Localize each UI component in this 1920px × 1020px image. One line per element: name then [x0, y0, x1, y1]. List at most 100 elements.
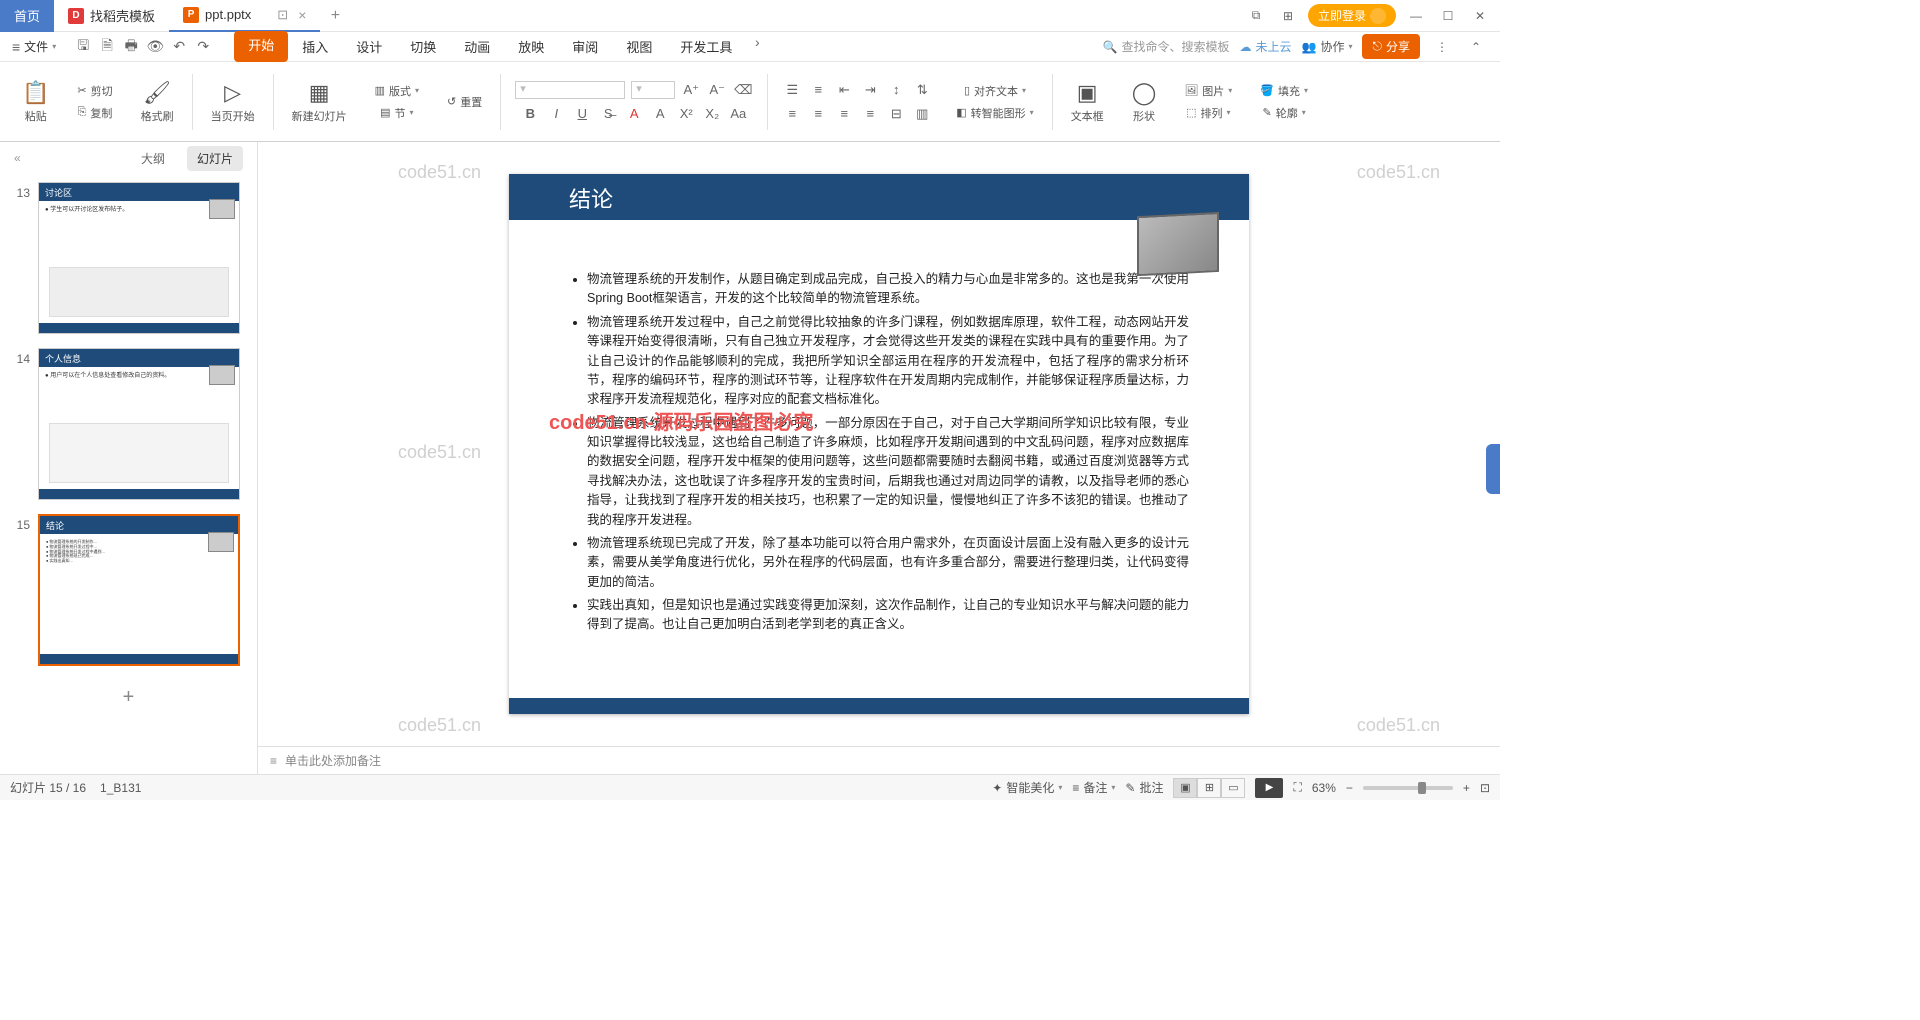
- menu-tab-devtools[interactable]: 开发工具: [666, 31, 746, 62]
- shape-button[interactable]: ◯形状: [1128, 78, 1161, 126]
- cooperation-button[interactable]: 👥协作▾: [1302, 38, 1353, 55]
- slides-tab[interactable]: 幻灯片: [187, 146, 243, 171]
- new-tab-button[interactable]: +: [320, 7, 350, 25]
- fit-window-icon[interactable]: ⛶: [1293, 780, 1301, 795]
- slide-thumb-14[interactable]: 个人信息 ● 用户可以在个人信息处查看修改自己的资料。: [38, 348, 240, 500]
- menu-more-icon[interactable]: ›: [746, 31, 768, 53]
- slide-canvas[interactable]: code51.cn code51.cn code51.cn code51.cn …: [258, 142, 1500, 746]
- new-slide-button[interactable]: ▦新建幻灯片: [288, 78, 351, 126]
- highlight-icon[interactable]: A: [650, 105, 670, 123]
- minimize-icon[interactable]: —: [1404, 4, 1428, 28]
- underline-icon[interactable]: U: [572, 105, 592, 123]
- slide-thumb-13[interactable]: 讨论区 ● 学生可以开讨论区发布帖子。: [38, 182, 240, 334]
- play-slideshow-button[interactable]: ▶: [1255, 778, 1283, 798]
- section-button[interactable]: ▤节▾: [376, 103, 417, 123]
- arrange-button[interactable]: ⬚排列▾: [1182, 103, 1234, 123]
- align-right-icon[interactable]: ≡: [834, 105, 854, 123]
- current-slide[interactable]: 结论 物流管理系统的开发制作，从题目确定到成品完成，自己投入的精力与心血是非常多…: [509, 174, 1249, 714]
- undo-icon[interactable]: ↶: [168, 36, 190, 58]
- close-icon[interactable]: ✕: [1468, 4, 1492, 28]
- clear-format-icon[interactable]: ⌫: [733, 81, 753, 99]
- zoom-slider[interactable]: [1363, 786, 1453, 790]
- tab-home[interactable]: 首页: [0, 0, 54, 32]
- side-drawer-handle[interactable]: [1486, 444, 1500, 494]
- maximize-icon[interactable]: ☐: [1436, 4, 1460, 28]
- share-button[interactable]: ⎋分享: [1362, 34, 1420, 59]
- outline-tab[interactable]: 大纲: [131, 146, 175, 171]
- font-color-icon[interactable]: A: [624, 105, 644, 123]
- view-sorter-icon[interactable]: ⊞: [1197, 778, 1221, 798]
- smart-shape-button[interactable]: ◧转智能图形▾: [952, 103, 1037, 123]
- redo-icon[interactable]: ↷: [192, 36, 214, 58]
- slide-thumb-15[interactable]: 结论 ● 物流管理系统的开发制作...● 物流管理系统开发过程中...● 物流管…: [38, 514, 240, 666]
- align-center-icon[interactable]: ≡: [808, 105, 828, 123]
- apps-icon[interactable]: ⊞: [1276, 4, 1300, 28]
- file-menu[interactable]: ≡文件▾: [4, 38, 64, 55]
- tab-pin-icon[interactable]: ⊡: [277, 7, 288, 23]
- window-layout-icon[interactable]: ⧉: [1244, 4, 1268, 28]
- decrease-font-icon[interactable]: A⁻: [707, 81, 727, 99]
- increase-indent-icon[interactable]: ⇥: [860, 81, 880, 99]
- view-normal-icon[interactable]: ▣: [1173, 778, 1197, 798]
- columns-icon[interactable]: ▥: [912, 105, 932, 123]
- add-slide-button[interactable]: +: [10, 680, 247, 715]
- text-direction-icon[interactable]: ⇅: [912, 81, 932, 99]
- from-current-button[interactable]: ▷当页开始: [207, 78, 259, 126]
- best-fit-icon[interactable]: ⊡: [1480, 781, 1490, 795]
- strike-icon[interactable]: S̶: [598, 105, 618, 123]
- font-family-select[interactable]: ▾: [515, 81, 625, 99]
- reset-button[interactable]: ↺重置: [443, 92, 486, 112]
- menu-tab-review[interactable]: 审阅: [558, 31, 612, 62]
- notes-area[interactable]: ≡ 单击此处添加备注: [258, 746, 1500, 774]
- menu-tab-slideshow[interactable]: 放映: [504, 31, 558, 62]
- menu-tab-animation[interactable]: 动画: [450, 31, 504, 62]
- print-preview-icon[interactable]: 👁: [144, 36, 166, 58]
- menu-tab-transition[interactable]: 切换: [396, 31, 450, 62]
- copy-button[interactable]: ⎘复制: [74, 103, 117, 123]
- comments-toggle[interactable]: ✎批注: [1125, 779, 1163, 796]
- menu-tab-view[interactable]: 视图: [612, 31, 666, 62]
- save-as-icon[interactable]: 🗎: [96, 36, 118, 58]
- superscript-icon[interactable]: X²: [676, 105, 696, 123]
- textbox-button[interactable]: ▣文本框: [1067, 78, 1108, 126]
- change-case-icon[interactable]: Aa: [728, 105, 748, 123]
- align-text-button[interactable]: ▯对齐文本▾: [960, 81, 1030, 101]
- format-painter-button[interactable]: 🖌格式刷: [137, 78, 178, 126]
- decrease-indent-icon[interactable]: ⇤: [834, 81, 854, 99]
- smart-beautify-button[interactable]: ✦智能美化▾: [992, 779, 1062, 796]
- picture-button[interactable]: 🖼图片▾: [1180, 81, 1236, 101]
- save-icon[interactable]: 🖫: [72, 36, 94, 58]
- number-list-icon[interactable]: ≡: [808, 81, 828, 99]
- align-left-icon[interactable]: ≡: [782, 105, 802, 123]
- menu-tab-start[interactable]: 开始: [234, 31, 288, 62]
- cloud-status[interactable]: ☁未上云: [1239, 38, 1291, 55]
- collapse-ribbon-icon[interactable]: ⌃: [1464, 35, 1488, 59]
- subscript-icon[interactable]: X₂: [702, 105, 722, 123]
- menu-tab-insert[interactable]: 插入: [288, 31, 342, 62]
- kebab-icon[interactable]: ⋮: [1430, 35, 1454, 59]
- zoom-out-icon[interactable]: −: [1346, 781, 1353, 795]
- line-spacing-icon[interactable]: ↕: [886, 81, 906, 99]
- tab-file-ppt[interactable]: Pppt.pptx⊡×: [169, 0, 320, 32]
- collapse-panel-icon[interactable]: «: [14, 151, 21, 165]
- view-reading-icon[interactable]: ▭: [1221, 778, 1245, 798]
- italic-icon[interactable]: I: [546, 105, 566, 123]
- cut-button[interactable]: ✂剪切: [73, 81, 116, 101]
- login-button[interactable]: 立即登录: [1308, 4, 1396, 27]
- outline-button[interactable]: ✎轮廓▾: [1259, 103, 1310, 123]
- bullet-list-icon[interactable]: ☰: [782, 81, 802, 99]
- notes-toggle[interactable]: ≡备注▾: [1072, 779, 1115, 796]
- print-icon[interactable]: 🖶: [120, 36, 142, 58]
- distribute-icon[interactable]: ⊟: [886, 105, 906, 123]
- tab-close-icon[interactable]: ×: [298, 7, 306, 23]
- zoom-level[interactable]: 63%: [1312, 781, 1336, 795]
- bold-icon[interactable]: B: [520, 105, 540, 123]
- tab-template-store[interactable]: D找稻壳模板: [54, 0, 169, 32]
- paste-button[interactable]: 📋粘贴: [18, 78, 53, 126]
- menu-tab-design[interactable]: 设计: [342, 31, 396, 62]
- increase-font-icon[interactable]: A⁺: [681, 81, 701, 99]
- layout-button[interactable]: ▥版式▾: [371, 81, 423, 101]
- command-search[interactable]: 🔍查找命令、搜索模板: [1103, 38, 1230, 55]
- align-justify-icon[interactable]: ≡: [860, 105, 880, 123]
- zoom-in-icon[interactable]: +: [1463, 781, 1470, 795]
